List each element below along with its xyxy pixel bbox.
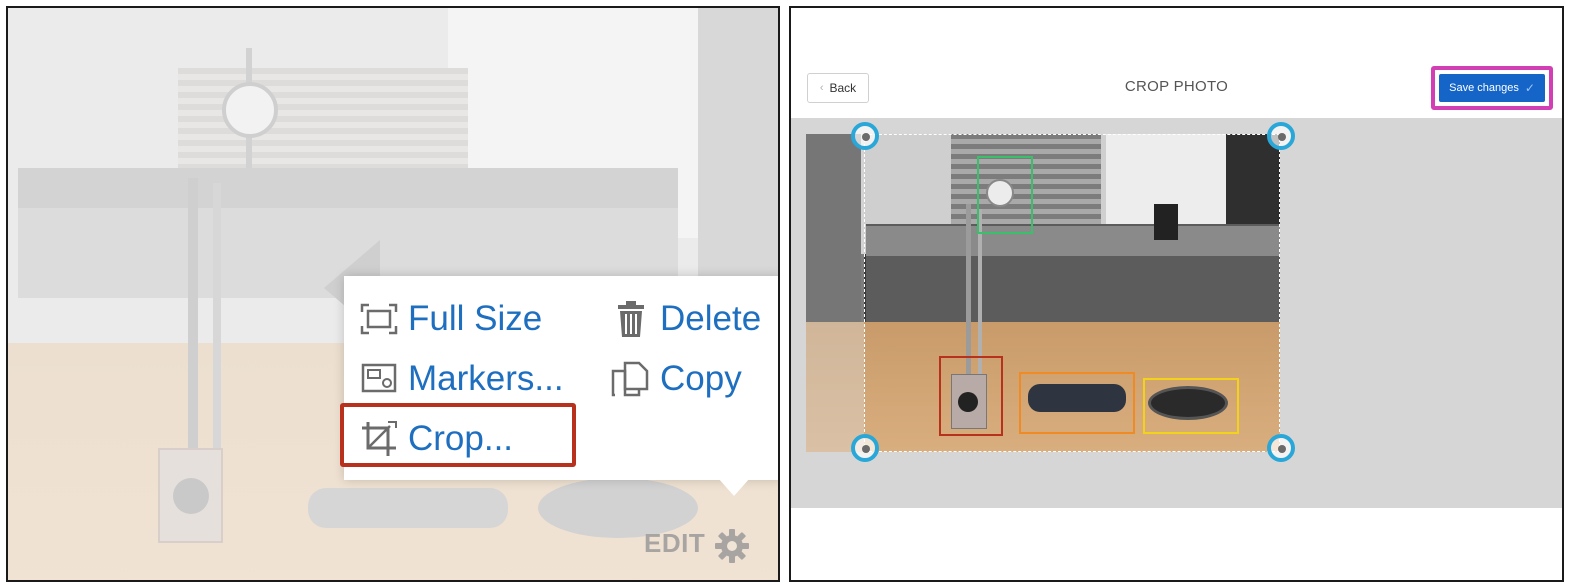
marker-red (939, 356, 1003, 436)
photo-edit-panel: Full Size Delete Markers... Copy Crop... (6, 6, 780, 582)
marker-yellow (1143, 378, 1239, 434)
background-machine-top (18, 168, 678, 208)
menu-item-markers[interactable]: Markers... (358, 354, 564, 404)
menu-pointer (718, 478, 750, 496)
menu-item-copy[interactable]: Copy (610, 354, 742, 404)
crop-highlight-box (340, 403, 576, 467)
markers-icon (358, 359, 400, 399)
crop-handle-bottom-right[interactable] (1267, 434, 1295, 462)
check-icon: ✓ (1524, 81, 1535, 95)
menu-label: Copy (660, 359, 742, 398)
crop-photo-panel: ‹ Back CROP PHOTO Save changes ✓ (789, 6, 1564, 582)
tool-holder (308, 488, 508, 528)
crop-dim-overlay (806, 134, 864, 452)
stand-rod-secondary (213, 183, 221, 473)
menu-label: Markers... (408, 359, 564, 398)
dial-indicator (222, 82, 278, 138)
magnetic-base-knob (173, 478, 209, 514)
stand-rod (188, 178, 198, 468)
marker-green (977, 156, 1033, 234)
menu-item-delete[interactable]: Delete (610, 294, 761, 344)
save-changes-button[interactable]: Save changes ✓ (1439, 74, 1545, 102)
background-shelf (178, 68, 468, 168)
menu-item-full-size[interactable]: Full Size (358, 294, 542, 344)
edit-label[interactable]: EDIT (644, 528, 705, 559)
crop-canvas (791, 118, 1562, 508)
save-label: Save changes (1449, 82, 1519, 94)
menu-label: Full Size (408, 299, 543, 338)
crop-handle-top-right[interactable] (1267, 122, 1295, 150)
full-size-icon (358, 299, 400, 339)
copy-icon (610, 359, 652, 399)
crop-handle-top-left[interactable] (851, 122, 879, 150)
background-frame (698, 8, 778, 308)
marker-orange (1019, 372, 1135, 434)
crop-handle-bottom-left[interactable] (851, 434, 879, 462)
crop-header: ‹ Back CROP PHOTO Save changes ✓ (791, 8, 1562, 118)
trash-icon (610, 299, 652, 339)
menu-label: Delete (660, 299, 762, 338)
crop-footer (791, 508, 1562, 580)
gear-icon[interactable] (714, 528, 750, 564)
